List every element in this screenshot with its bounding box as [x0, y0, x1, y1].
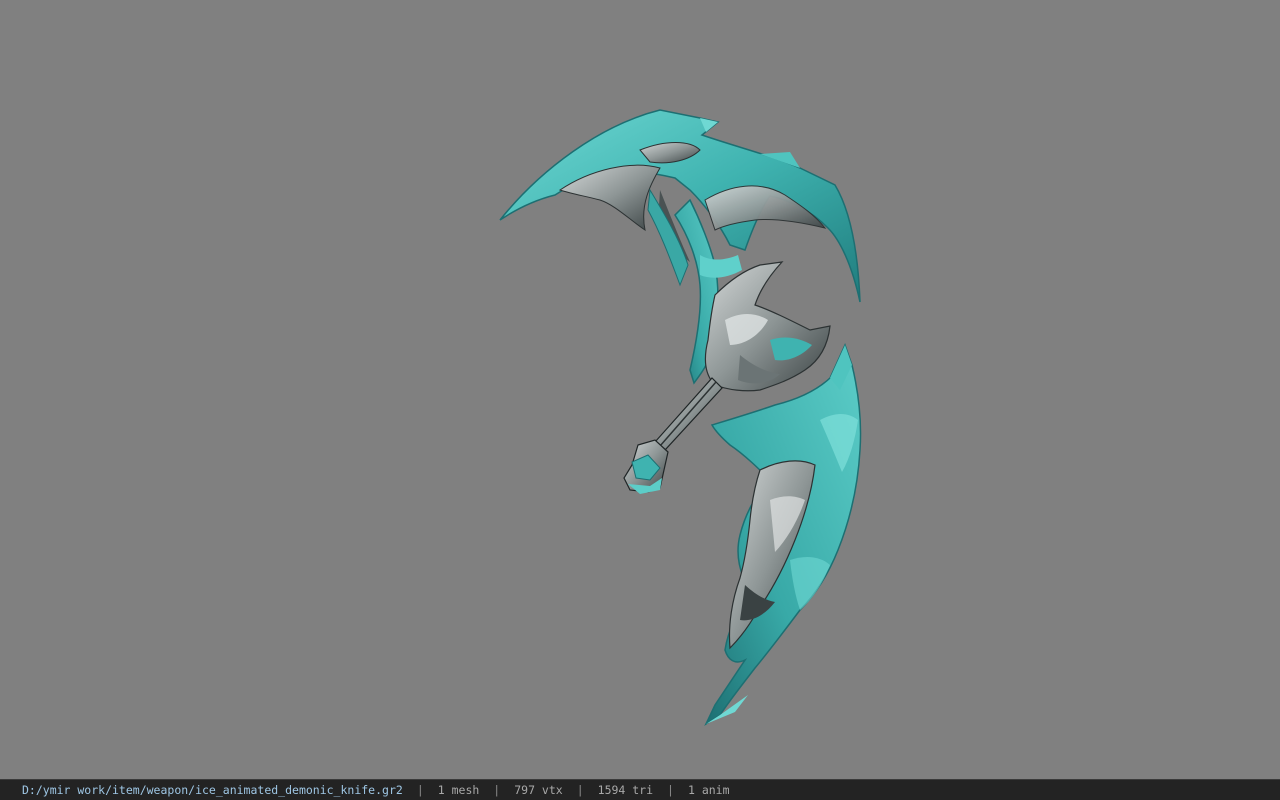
separator: | [416, 783, 424, 797]
animation-count: 1 anim [687, 783, 730, 797]
weapon-handle [623, 377, 723, 494]
vertex-count: 797 vtx [514, 783, 563, 797]
file-path: D:/ymir work/item/weapon/ice_animated_de… [22, 783, 403, 797]
status-bar: D:/ymir work/item/weapon/ice_animated_de… [0, 779, 1280, 800]
3d-viewport[interactable] [0, 0, 1280, 779]
weapon-guard [704, 261, 831, 392]
mesh-count: 1 mesh [437, 783, 480, 797]
separator: | [493, 783, 501, 797]
lower-blade [704, 342, 862, 727]
triangle-count: 1594 tri [597, 783, 654, 797]
separator: | [667, 783, 674, 797]
separator: | [576, 783, 584, 797]
weapon-model[interactable] [0, 0, 1280, 779]
